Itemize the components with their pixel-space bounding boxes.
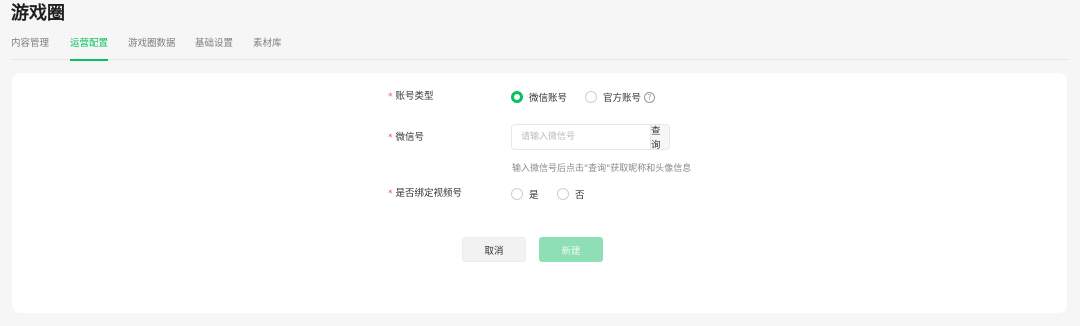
- radio-unchecked-icon: [585, 91, 597, 103]
- required-mark: *: [388, 92, 393, 102]
- tab-basic-settings[interactable]: 基础设置: [195, 36, 233, 60]
- radio-label: 否: [575, 190, 585, 201]
- radio-wechat-account[interactable]: 微信账号: [511, 90, 567, 104]
- required-mark: *: [388, 133, 393, 143]
- radio-label: 微信账号: [529, 93, 568, 104]
- radio-unchecked-icon: [511, 188, 523, 200]
- tab-content-management[interactable]: 内容管理: [11, 36, 49, 60]
- radio-label: 官方账号: [603, 93, 642, 104]
- radio-checked-icon: [511, 91, 523, 103]
- required-mark: *: [388, 189, 393, 199]
- query-button[interactable]: 查询: [650, 125, 669, 149]
- wechat-id-input[interactable]: [512, 125, 650, 149]
- radio-label: 是: [529, 190, 539, 201]
- tab-game-circle-data[interactable]: 游戏圈数据: [128, 36, 176, 60]
- wechat-id-label: * 微信号: [388, 132, 425, 143]
- radio-bind-no[interactable]: 否: [557, 187, 585, 201]
- tab-operation-config[interactable]: 运营配置: [70, 36, 109, 61]
- tab-bar: 内容管理 运营配置 游戏圈数据 基础设置 素材库: [11, 36, 1069, 61]
- tab-asset-library[interactable]: 素材库: [253, 36, 282, 60]
- form-card: *账号类型 微信账号 官方账号 ? *微信号 查询 输入微信号后点击"查询"获取…: [12, 73, 1067, 313]
- account-type-label: * 账号类型: [388, 91, 434, 102]
- bind-channel-label: * 是否绑定视频号: [388, 188, 463, 199]
- wechat-id-input-group: 查询: [511, 124, 670, 150]
- radio-bind-yes[interactable]: 是: [511, 187, 539, 201]
- radio-unchecked-icon: [557, 188, 569, 200]
- cancel-button[interactable]: 取消: [462, 237, 526, 262]
- page-title: 游戏圈: [11, 3, 65, 24]
- page: 游戏圈 内容管理 运营配置 游戏圈数据 基础设置 素材库 * 账号类型 微信账号 …: [0, 0, 1080, 326]
- wechat-id-hint: 输入微信号后点击"查询"获取昵称和头像信息: [512, 164, 692, 174]
- radio-official-account[interactable]: 官方账号 ?: [585, 90, 656, 104]
- question-circle-icon[interactable]: ?: [644, 91, 656, 103]
- create-button[interactable]: 新建: [539, 237, 603, 262]
